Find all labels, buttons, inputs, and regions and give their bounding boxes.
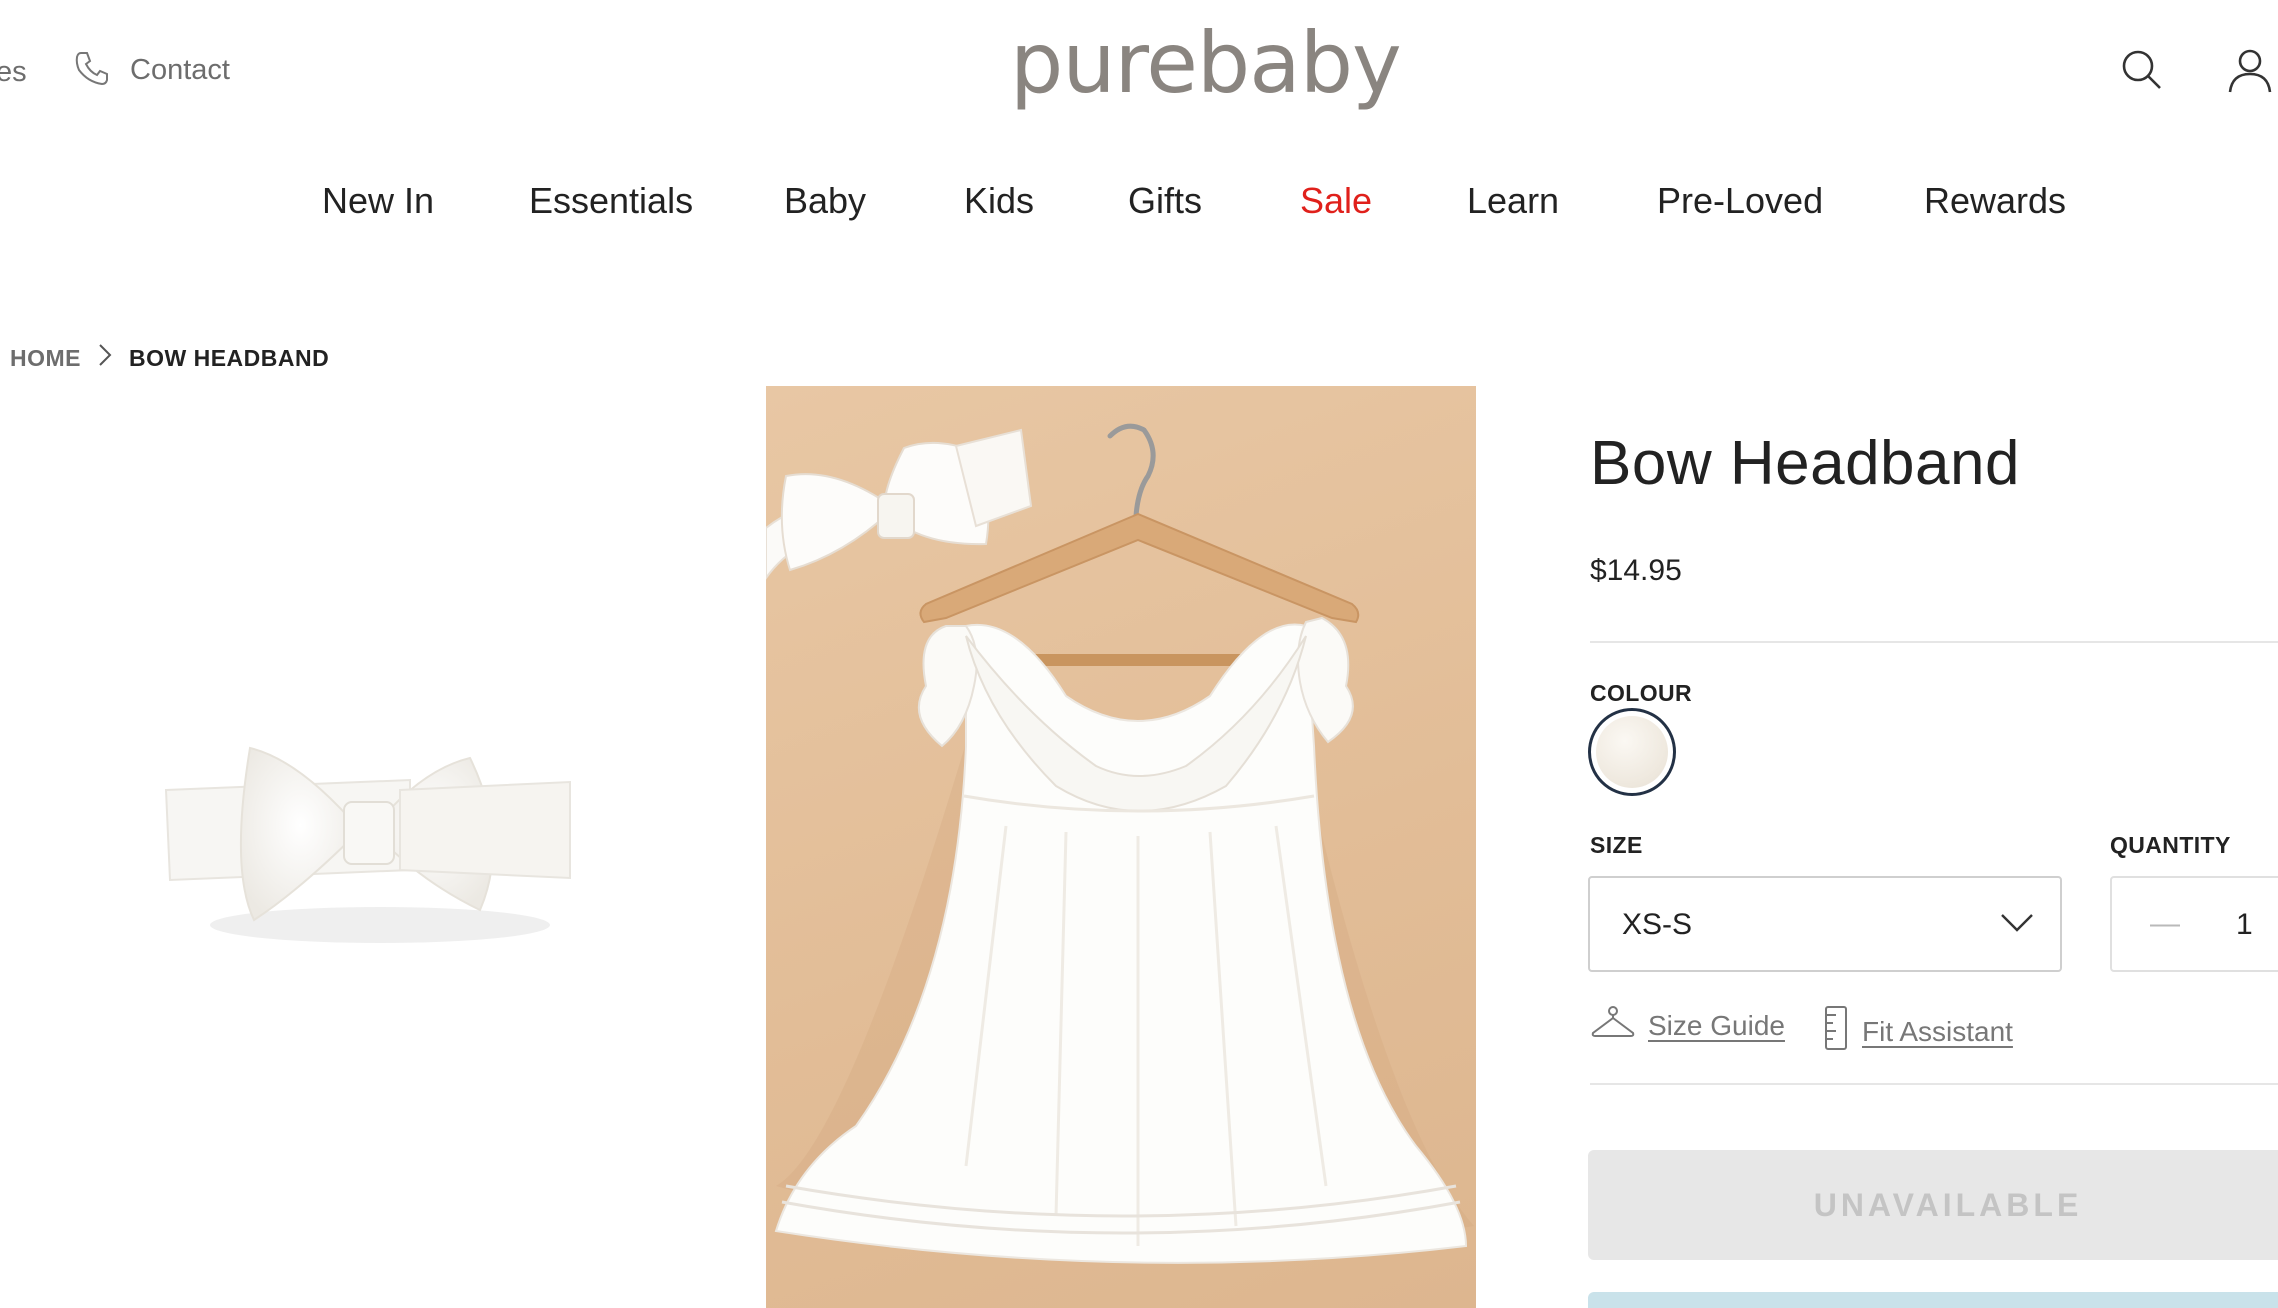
search-icon[interactable] xyxy=(2120,48,2164,97)
ruler-icon xyxy=(1822,1005,1850,1058)
main-nav: New In Essentials Baby Kids Gifts Sale L… xyxy=(0,180,2278,240)
hanger-icon xyxy=(1590,1005,1636,1046)
purebaby-logo[interactable]: purebaby xyxy=(1010,14,1402,124)
nav-item-sale[interactable]: Sale xyxy=(1300,180,1372,222)
nav-item-pre-loved[interactable]: Pre-Loved xyxy=(1657,180,1823,222)
chevron-right-icon xyxy=(97,342,113,374)
size-guide-link[interactable]: Size Guide xyxy=(1590,1005,1785,1046)
colour-label: COLOUR xyxy=(1590,680,1693,706)
account-icon[interactable] xyxy=(2226,46,2274,99)
divider xyxy=(1590,1083,2278,1085)
unavailable-button[interactable]: UNAVAILABLE xyxy=(1588,1150,2278,1260)
size-selected-value: XS-S xyxy=(1622,908,1693,941)
secondary-action-strip[interactable] xyxy=(1588,1292,2278,1308)
colour-swatch-fill xyxy=(1596,716,1668,788)
top-bar: es Contact purebaby xyxy=(0,0,2278,150)
quantity-input[interactable] xyxy=(2236,908,2278,942)
nav-item-baby[interactable]: Baby xyxy=(784,180,866,222)
stores-link[interactable]: es xyxy=(0,56,27,89)
product-thumbnail[interactable] xyxy=(150,720,590,980)
size-label: SIZE xyxy=(1590,832,1643,858)
nav-item-learn[interactable]: Learn xyxy=(1467,180,1559,222)
nav-item-essentials[interactable]: Essentials xyxy=(529,180,693,222)
contact-link[interactable]: Contact xyxy=(72,48,230,93)
colour-swatch[interactable] xyxy=(1588,708,1676,796)
logo-text: purebaby xyxy=(1010,14,1402,112)
fit-assistant-label: Fit Assistant xyxy=(1862,1015,2013,1047)
phone-icon xyxy=(72,48,112,93)
nav-item-gifts[interactable]: Gifts xyxy=(1128,180,1202,222)
chevron-down-icon xyxy=(2000,912,2034,939)
quantity-decrease-button[interactable]: — xyxy=(2150,909,2180,939)
breadcrumb-current: BOW HEADBAND xyxy=(129,344,330,371)
breadcrumb-home[interactable]: HOME xyxy=(10,345,81,372)
nav-item-rewards[interactable]: Rewards xyxy=(1924,180,2066,222)
quantity-stepper: — xyxy=(2110,876,2278,972)
size-guide-label: Size Guide xyxy=(1648,1009,1785,1041)
contact-label: Contact xyxy=(130,54,230,86)
breadcrumb: HOME BOW HEADBAND xyxy=(10,342,329,374)
product-price: $14.95 xyxy=(1590,554,1682,587)
quantity-label: QUANTITY xyxy=(2110,832,2231,858)
size-select[interactable]: XS-S xyxy=(1588,876,2062,972)
nav-item-new-in[interactable]: New In xyxy=(322,180,434,222)
nav-item-kids[interactable]: Kids xyxy=(964,180,1034,222)
fit-assistant-link[interactable]: Fit Assistant xyxy=(1822,1005,2013,1058)
divider xyxy=(1590,641,2278,643)
product-main-image[interactable] xyxy=(766,386,1476,1308)
product-title: Bow Headband xyxy=(1590,429,2020,498)
